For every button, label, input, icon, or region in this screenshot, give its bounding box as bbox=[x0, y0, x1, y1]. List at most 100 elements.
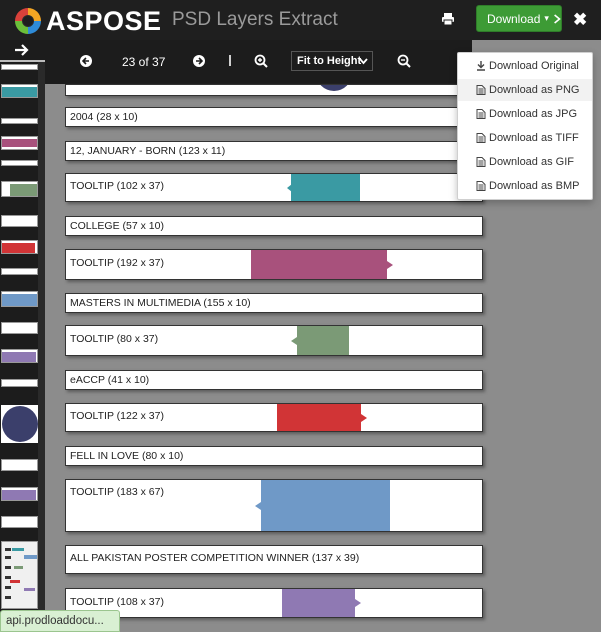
avatar-circle bbox=[316, 85, 352, 91]
layer-thumbnail[interactable] bbox=[1, 215, 38, 227]
zoom-out-icon[interactable] bbox=[397, 54, 411, 68]
chevron-down-icon bbox=[359, 58, 368, 65]
layer-item[interactable]: TOOLTIP (80 x 37) bbox=[65, 325, 483, 356]
layer-item[interactable]: COLLEGE (57 x 10) bbox=[65, 216, 483, 236]
layer-thumbnail[interactable] bbox=[1, 160, 38, 166]
menu-item-label: Download as JPG bbox=[489, 108, 578, 120]
download-button-label: Download bbox=[487, 11, 541, 26]
print-icon[interactable] bbox=[441, 12, 455, 26]
brand-name: ASPOSE bbox=[46, 6, 162, 36]
status-url-bar: api.prodloaddocu... bbox=[0, 610, 120, 632]
layer-thumbnail[interactable] bbox=[1, 541, 38, 609]
menu-item-label: Download as BMP bbox=[489, 180, 580, 192]
file-icon bbox=[476, 181, 486, 191]
layer-item[interactable]: MASTERS IN MULTIMEDIA (155 x 10) bbox=[65, 293, 483, 313]
previous-page-button[interactable] bbox=[80, 55, 92, 67]
tooltip-pointer bbox=[355, 599, 361, 607]
layer-thumbnail[interactable] bbox=[1, 64, 38, 70]
layer-label: 12, JANUARY - BORN (123 x 11) bbox=[70, 145, 226, 157]
app-header: ASPOSE PSD Layers Extract Download ▾ ✖ bbox=[0, 0, 601, 40]
tooltip-shape bbox=[291, 174, 360, 201]
aspose-logo-icon bbox=[15, 8, 41, 34]
layer-item[interactable]: eACCP (41 x 10) bbox=[65, 370, 483, 390]
layer-thumbnail[interactable] bbox=[1, 84, 38, 98]
layer-item[interactable]: TOOLTIP (108 x 37) bbox=[65, 588, 483, 618]
layer-label: TOOLTIP (108 x 37) bbox=[70, 596, 164, 608]
layer-thumbnail[interactable] bbox=[1, 379, 38, 387]
app-title: PSD Layers Extract bbox=[172, 9, 338, 30]
layer-thumbnail[interactable] bbox=[1, 349, 38, 363]
download-menu: Download Original Download as PNG Downlo… bbox=[457, 52, 593, 200]
layer-thumbnail[interactable] bbox=[1, 459, 38, 471]
next-page-button[interactable] bbox=[193, 55, 205, 67]
layer-label: eACCP (41 x 10) bbox=[70, 374, 150, 386]
layer-thumbnail[interactable] bbox=[1, 516, 38, 528]
layer-label: TOOLTIP (80 x 37) bbox=[70, 333, 159, 345]
layer-label: TOOLTIP (102 x 37) bbox=[70, 180, 164, 192]
layer-thumbnail[interactable] bbox=[1, 291, 38, 307]
layer-item-partial[interactable] bbox=[65, 84, 483, 96]
menu-item-label: Download Original bbox=[489, 60, 579, 72]
tooltip-shape bbox=[251, 250, 387, 279]
layer-item[interactable]: TOOLTIP (183 x 67) bbox=[65, 479, 483, 532]
layer-item[interactable]: 2004 (28 x 10) bbox=[65, 107, 483, 127]
sidebar-scrollbar[interactable] bbox=[38, 62, 45, 632]
tooltip-pointer bbox=[361, 414, 367, 422]
caret-down-icon: ▾ bbox=[544, 13, 549, 23]
layer-thumbnail[interactable] bbox=[1, 181, 38, 197]
arrow-right-icon[interactable] bbox=[14, 43, 30, 57]
layer-thumbnail[interactable] bbox=[1, 268, 38, 275]
avatar-circle-thumbnail bbox=[2, 406, 38, 442]
menu-item-download-tiff[interactable]: Download as TIFF bbox=[458, 127, 592, 149]
file-icon bbox=[476, 157, 486, 167]
menu-item-download-jpg[interactable]: Download as JPG bbox=[458, 103, 592, 125]
page-indicator: 23 of 37 bbox=[122, 55, 166, 69]
arrow-left-icon bbox=[82, 57, 89, 65]
file-icon bbox=[476, 109, 486, 119]
tooltip-shape bbox=[261, 480, 390, 531]
layer-item[interactable]: TOOLTIP (192 x 37) bbox=[65, 249, 483, 280]
layer-label: FELL IN LOVE (80 x 10) bbox=[70, 450, 184, 462]
layer-thumbnail[interactable] bbox=[1, 118, 38, 124]
layer-thumbnail[interactable] bbox=[1, 136, 38, 150]
layer-item[interactable]: FELL IN LOVE (80 x 10) bbox=[65, 446, 483, 466]
layer-thumbnail[interactable] bbox=[1, 240, 38, 254]
layer-label: TOOLTIP (192 x 37) bbox=[70, 257, 164, 269]
menu-item-download-png[interactable]: Download as PNG bbox=[458, 79, 592, 101]
zoom-mode-value: Fit to Height bbox=[297, 55, 362, 67]
layer-label: COLLEGE (57 x 10) bbox=[70, 220, 164, 232]
menu-item-label: Download as TIFF bbox=[489, 132, 579, 144]
download-icon bbox=[477, 61, 485, 71]
file-icon bbox=[476, 85, 486, 95]
file-icon bbox=[476, 133, 486, 143]
tooltip-pointer bbox=[387, 261, 393, 269]
layer-thumbnail[interactable] bbox=[1, 322, 38, 334]
menu-item-download-original[interactable]: Download Original bbox=[458, 55, 592, 77]
zoom-in-icon[interactable] bbox=[254, 54, 268, 68]
layer-label: ALL PAKISTAN POSTER COMPETITION WINNER (… bbox=[70, 552, 360, 564]
layer-item[interactable]: 12, JANUARY - BORN (123 x 11) bbox=[65, 141, 483, 161]
layer-thumbnail[interactable] bbox=[1, 405, 38, 443]
layer-label: TOOLTIP (122 x 37) bbox=[70, 410, 164, 422]
tooltip-shape bbox=[282, 589, 355, 617]
menu-item-label: Download as PNG bbox=[489, 84, 580, 96]
menu-item-download-gif[interactable]: Download as GIF bbox=[458, 151, 592, 173]
tooltip-shape bbox=[277, 404, 361, 431]
layer-item[interactable]: TOOLTIP (102 x 37) bbox=[65, 173, 483, 202]
tooltip-shape bbox=[297, 326, 349, 355]
thumbnail-sidebar bbox=[0, 40, 45, 632]
chevron-right-icon bbox=[554, 13, 561, 24]
zoom-mode-select[interactable]: Fit to Height bbox=[291, 51, 373, 71]
layer-thumbnail[interactable] bbox=[1, 487, 38, 501]
menu-item-download-bmp[interactable]: Download as BMP bbox=[458, 175, 592, 197]
close-icon[interactable]: ✖ bbox=[573, 10, 587, 30]
layer-item[interactable]: TOOLTIP (122 x 37) bbox=[65, 403, 483, 432]
layer-label: MASTERS IN MULTIMEDIA (155 x 10) bbox=[70, 297, 251, 309]
layer-item[interactable]: ALL PAKISTAN POSTER COMPETITION WINNER (… bbox=[65, 545, 483, 574]
download-button[interactable]: Download ▾ bbox=[476, 5, 562, 32]
layer-label: 2004 (28 x 10) bbox=[70, 111, 138, 123]
menu-item-label: Download as GIF bbox=[489, 156, 574, 168]
toolbar-separator bbox=[229, 55, 231, 66]
viewer-toolbar: 23 of 37 Fit to Height bbox=[45, 40, 472, 84]
layer-label: TOOLTIP (183 x 67) bbox=[70, 486, 164, 498]
